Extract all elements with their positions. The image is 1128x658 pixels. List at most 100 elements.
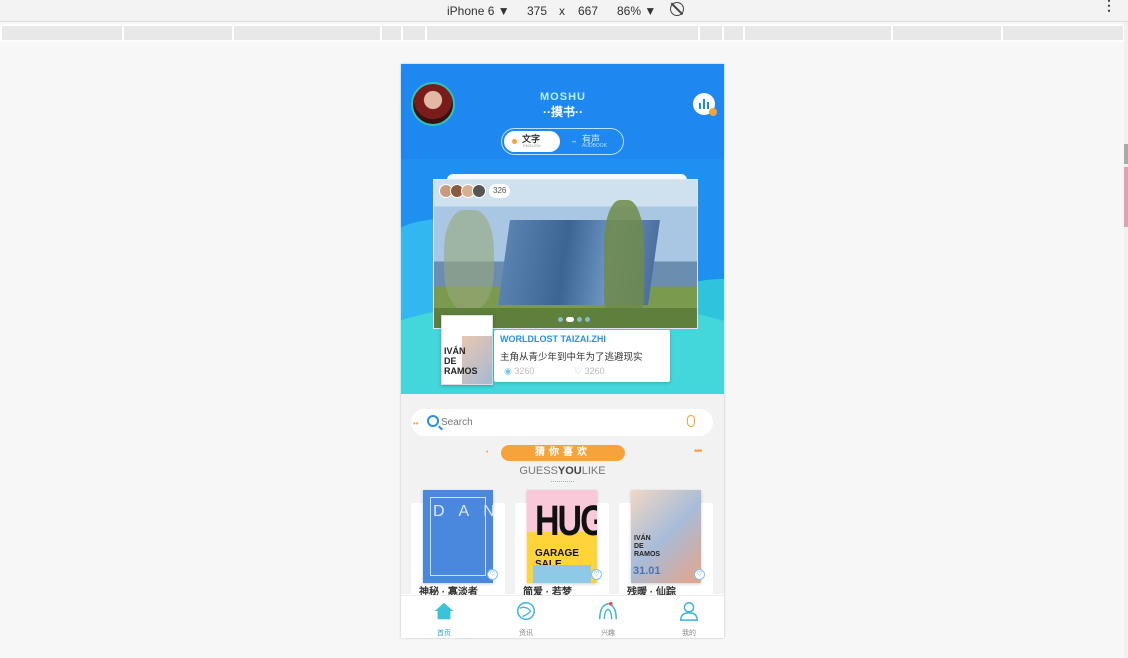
section-title-en: GUESSYOULIKE bbox=[401, 465, 724, 477]
dots-icon: • bbox=[486, 449, 489, 456]
tab-news[interactable]: 资讯 bbox=[501, 600, 551, 638]
more-dots-icon[interactable]: ••• bbox=[694, 446, 702, 457]
device-select[interactable]: iPhone 6 ▼ bbox=[447, 4, 510, 18]
width-input[interactable]: 375 bbox=[527, 4, 547, 18]
section-title-en-part: LIKE bbox=[581, 465, 606, 477]
favorite-icon[interactable]: ♡ bbox=[487, 569, 498, 580]
ruler-segment[interactable] bbox=[403, 26, 425, 40]
ruler-segment[interactable] bbox=[2, 26, 122, 40]
scrollbar[interactable] bbox=[1124, 22, 1128, 658]
tab-audio-sublabel: AUDBOOK bbox=[582, 143, 608, 149]
eye-icon: ◉ bbox=[504, 366, 515, 376]
tab-audio[interactable]: •• 有声 AUDBOOK bbox=[566, 131, 622, 152]
section-title-cn: 猜你喜欢 bbox=[501, 445, 625, 461]
bar-chart-icon bbox=[703, 99, 705, 109]
bar-chart-icon bbox=[699, 103, 701, 109]
bottom-tab-bar: 首页 资讯 兴趣 我的 bbox=[401, 595, 724, 638]
reader-avatar bbox=[472, 184, 486, 198]
carousel-dot[interactable] bbox=[577, 317, 582, 322]
active-dot-icon bbox=[512, 139, 517, 144]
book-cover[interactable]: IVÁN DE RAMOS 31.01 bbox=[631, 490, 701, 583]
banner-photo[interactable] bbox=[433, 179, 698, 329]
audio-stats-button[interactable] bbox=[693, 93, 717, 116]
rotate-icon[interactable] bbox=[670, 2, 684, 16]
tab-interest-label: 兴趣 bbox=[601, 630, 615, 637]
home-icon bbox=[434, 602, 454, 620]
cover-title: DANCE bbox=[433, 503, 493, 520]
carousel-dots bbox=[558, 317, 590, 322]
featured-title: WORLDLOST TAIZAI.ZHI bbox=[500, 334, 606, 344]
ruler-segment[interactable] bbox=[124, 26, 232, 40]
heart-icon: ♡ bbox=[574, 366, 585, 376]
featured-book-cover[interactable]: IVÁN DE RAMOS bbox=[441, 315, 493, 385]
featured-subtitle: 主角从青少年到中年为了逃避现实 bbox=[500, 352, 643, 363]
cover-number: 31.01 bbox=[633, 565, 661, 577]
book-cover[interactable]: HUGE GARAGE SALE bbox=[527, 490, 597, 583]
carousel-dot[interactable] bbox=[585, 317, 590, 322]
cover-text: IVÁN DE RAMOS bbox=[444, 346, 478, 376]
featured-banner[interactable]: 326 IVÁN DE RAMOS WORLDLOST TAIZAI.ZHI 主… bbox=[401, 159, 724, 394]
user-icon bbox=[680, 602, 698, 621]
tab-interest[interactable]: 兴趣 bbox=[583, 600, 633, 638]
zoom-select[interactable]: 86% ▼ bbox=[617, 4, 656, 18]
scrollbar-highlight bbox=[1124, 167, 1128, 227]
cover-graphic bbox=[533, 565, 591, 583]
tab-text[interactable]: 文字 ENGLISH bbox=[504, 131, 560, 152]
tab-news-label: 资讯 bbox=[519, 630, 533, 637]
dimension-separator: x bbox=[559, 4, 565, 18]
featured-info-card[interactable]: WORLDLOST TAIZAI.ZHI 主角从青少年到中年为了逃避现实 ◉ 3… bbox=[494, 330, 670, 382]
ruler-segment[interactable] bbox=[893, 26, 1001, 40]
content-type-toggle: 文字 ENGLISH •• 有声 AUDBOOK bbox=[501, 128, 624, 155]
ruler-segment[interactable] bbox=[745, 26, 891, 40]
photo-tree bbox=[604, 200, 644, 310]
ruler-segment[interactable] bbox=[1003, 26, 1123, 40]
cover-title: IVÁN DE RAMOS bbox=[634, 535, 661, 558]
ruler-segment[interactable] bbox=[700, 26, 722, 40]
app-header: MOSHU ··摸书·· 文字 ENGLISH •• 有声 AUDBOOK bbox=[401, 64, 724, 159]
main-content: •• • 猜你喜欢 ••• GUESSYOULIKE DANCE ♡ 神秘 · … bbox=[401, 394, 724, 603]
bar-chart-icon bbox=[707, 102, 709, 109]
favorite-icon[interactable]: ♡ bbox=[591, 569, 602, 580]
tab-profile-label: 我的 bbox=[682, 630, 696, 637]
likes-count: 3260 bbox=[584, 366, 605, 376]
ruler-segment[interactable] bbox=[382, 26, 401, 40]
ruler-segment[interactable] bbox=[724, 26, 743, 40]
views-count: 3260 bbox=[514, 366, 535, 376]
reader-avatars: 326 bbox=[439, 183, 511, 199]
dots-icon: •• bbox=[413, 419, 419, 428]
search-input[interactable] bbox=[441, 414, 681, 430]
scrollbar-thumb[interactable] bbox=[1124, 144, 1128, 164]
avatar[interactable] bbox=[411, 82, 455, 126]
search-bar[interactable]: •• bbox=[411, 409, 713, 436]
book-cover[interactable]: DANCE bbox=[423, 490, 493, 583]
search-icon[interactable] bbox=[427, 415, 439, 427]
globe-icon bbox=[517, 602, 535, 620]
book-list: DANCE ♡ 神秘 · 寡淡者 HUGE GARAGE SALE ♡ 简爱 ·… bbox=[401, 488, 724, 603]
carousel-dot-active[interactable] bbox=[566, 317, 574, 322]
media-query-ruler bbox=[0, 24, 1124, 42]
ruler-segment[interactable] bbox=[427, 26, 698, 40]
phone-viewport: MOSHU ··摸书·· 文字 ENGLISH •• 有声 AUDBOOK 32… bbox=[401, 64, 724, 638]
reader-count: 326 bbox=[489, 184, 511, 198]
tab-profile[interactable]: 我的 bbox=[664, 600, 714, 638]
cover-title: HUGE bbox=[535, 497, 597, 545]
views-stat: ◉ 3260 bbox=[504, 366, 534, 377]
brand-logo: MOSHU ··摸书·· bbox=[531, 91, 595, 120]
carousel-dot[interactable] bbox=[558, 317, 563, 322]
section-title-en-part: GUESS bbox=[519, 465, 558, 477]
favorite-icon[interactable]: ♡ bbox=[694, 569, 705, 580]
photo-tree bbox=[444, 210, 494, 310]
section-title-en-bold: YOU bbox=[557, 465, 582, 477]
more-options-icon[interactable]: ⋮ bbox=[1102, 0, 1116, 12]
dots-icon: •• bbox=[572, 140, 577, 146]
tab-home[interactable]: 首页 bbox=[419, 600, 469, 638]
notification-dot bbox=[709, 108, 717, 116]
tab-text-sublabel: ENGLISH bbox=[523, 143, 541, 148]
devtools-toolbar: iPhone 6 ▼ 375 x 667 86% ▼ ⋮ bbox=[0, 0, 1128, 22]
divider bbox=[551, 481, 574, 483]
brand-name-cn: ··摸书·· bbox=[543, 105, 583, 119]
microphone-icon[interactable] bbox=[687, 415, 695, 427]
height-input[interactable]: 667 bbox=[578, 4, 598, 18]
interest-icon bbox=[599, 601, 617, 620]
ruler-segment[interactable] bbox=[234, 26, 380, 40]
